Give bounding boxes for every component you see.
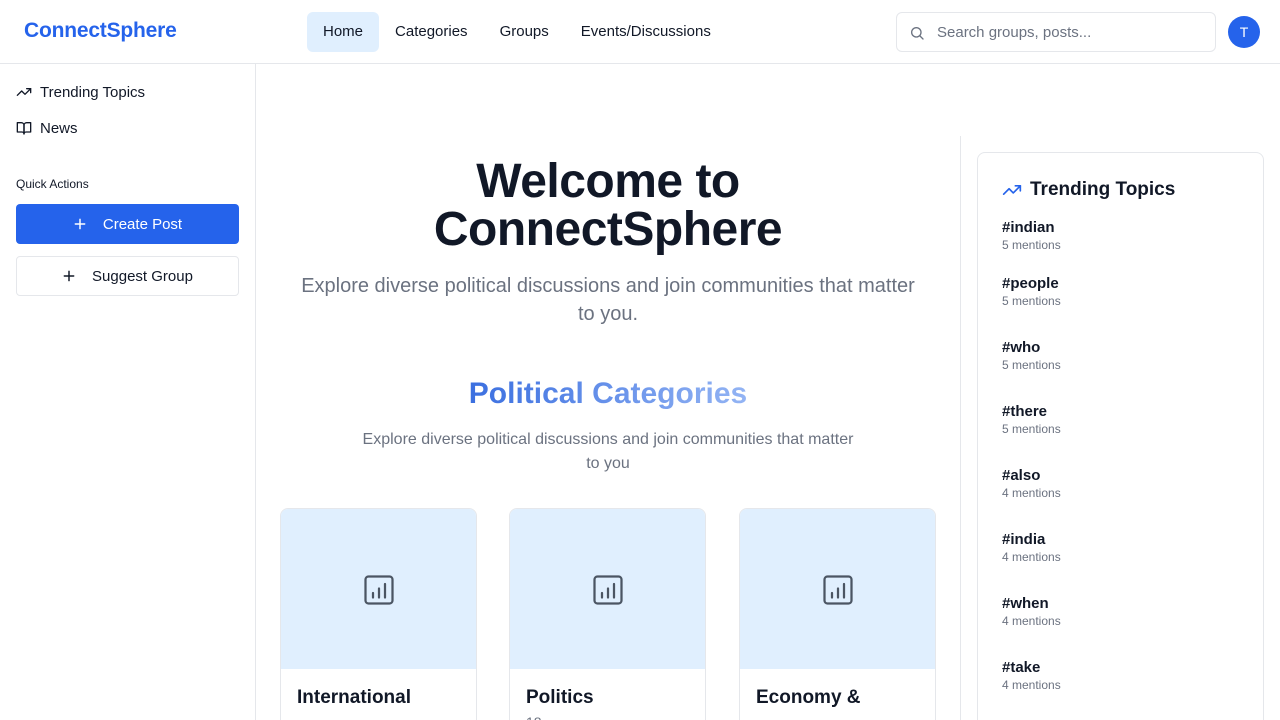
trending-topics-title: Trending Topics (1030, 179, 1176, 200)
nav-events-discussions[interactable]: Events/Discussions (565, 12, 727, 52)
trending-topic-item[interactable]: #also 4 mentions (1002, 467, 1061, 501)
main-nav: Home Categories Groups Events/Discussion… (307, 12, 727, 52)
suggest-group-label: Suggest Group (92, 267, 193, 285)
sidebar-item-trending-topics[interactable]: Trending Topics (16, 80, 145, 104)
trending-topic-item[interactable]: #india 4 mentions (1002, 531, 1061, 565)
topic-tag: #people (1002, 275, 1059, 292)
book-open-icon (16, 122, 32, 135)
topic-tag: #also (1002, 467, 1041, 484)
category-card[interactable]: Politics 18 (509, 508, 706, 720)
top-header: ConnectSphere Home Categories Groups Eve… (0, 0, 1280, 64)
card-title: Economy & (756, 687, 861, 708)
trending-topic-item[interactable]: #there 5 mentions (1002, 403, 1061, 437)
create-post-label: Create Post (102, 215, 183, 233)
trending-topic-item[interactable]: #people 5 mentions (1002, 275, 1061, 309)
search-input[interactable] (937, 13, 1207, 51)
topic-mentions: 5 mentions (1002, 358, 1061, 372)
topic-tag: #india (1002, 531, 1046, 548)
trending-topics-header: Trending Topics (1002, 179, 1175, 201)
topic-mentions: 5 mentions (1002, 294, 1061, 308)
topic-mentions: 4 mentions (1002, 614, 1061, 628)
topic-tag: #when (1002, 595, 1049, 612)
right-divider (960, 136, 961, 720)
topic-tag: #there (1002, 403, 1048, 420)
nav-groups[interactable]: Groups (484, 12, 565, 52)
topic-mentions: 4 mentions (1002, 486, 1061, 500)
topic-tag: #who (1002, 339, 1041, 356)
nav-home[interactable]: Home (307, 12, 380, 52)
hero-title: Welcome to ConnectSphere (256, 158, 960, 254)
search-box (896, 12, 1216, 52)
card-meta: 18 (526, 714, 542, 720)
sidebar-item-news[interactable]: News (16, 116, 78, 140)
sidebar-item-label: News (40, 119, 78, 137)
hero-title-line1: Welcome to (476, 155, 740, 208)
search-icon (911, 27, 924, 40)
categories-title: Political Categories (256, 374, 960, 414)
trending-topic-item[interactable]: #when 4 mentions (1002, 595, 1061, 629)
card-title: International (297, 687, 412, 708)
topic-mentions: 4 mentions (1002, 550, 1061, 564)
main-content: Welcome to ConnectSphere Explore diverse… (256, 64, 960, 720)
topic-mentions: 4 mentions (1002, 678, 1061, 692)
sidebar-item-label: Trending Topics (40, 83, 146, 101)
topic-tag: #take (1002, 659, 1041, 676)
trending-topic-item[interactable]: #indian 5 mentions (1002, 219, 1061, 253)
categories-subtitle: Explore diverse political discussions an… (362, 431, 854, 472)
trending-topics-panel: Trending Topics #indian 5 mentions #peop… (977, 152, 1264, 720)
hero-subtitle: Explore diverse political discussions an… (301, 275, 915, 325)
topic-mentions: 5 mentions (1002, 422, 1061, 436)
card-image (510, 509, 705, 669)
bar-chart-icon (593, 575, 623, 605)
bar-chart-icon (823, 575, 853, 605)
card-title: Politics (526, 687, 594, 708)
quick-actions-title: Quick Actions (16, 177, 89, 191)
category-card[interactable]: International (280, 508, 477, 720)
topic-tag: #indian (1002, 219, 1055, 236)
category-card[interactable]: Economy & (739, 508, 936, 720)
trending-topic-item[interactable]: #take 4 mentions (1002, 659, 1061, 693)
trending-up-icon (1002, 185, 1022, 195)
create-post-button[interactable]: Create Post (16, 204, 239, 244)
nav-categories[interactable]: Categories (379, 12, 484, 52)
brand-logo[interactable]: ConnectSphere (24, 19, 177, 43)
user-avatar[interactable]: T (1228, 16, 1260, 48)
categories-title-text: Political Categories (468, 377, 748, 410)
plus-icon (63, 270, 75, 282)
hero-title-line2: ConnectSphere (433, 203, 783, 256)
trending-up-icon (16, 88, 32, 96)
topic-mentions: 5 mentions (1002, 238, 1061, 252)
left-sidebar: Trending Topics News Quick Actions Creat… (0, 64, 256, 720)
plus-icon (74, 218, 86, 230)
card-image (740, 509, 935, 669)
bar-chart-icon (364, 575, 394, 605)
trending-topic-item[interactable]: #who 5 mentions (1002, 339, 1061, 373)
suggest-group-button[interactable]: Suggest Group (16, 256, 239, 296)
card-image (281, 509, 476, 669)
